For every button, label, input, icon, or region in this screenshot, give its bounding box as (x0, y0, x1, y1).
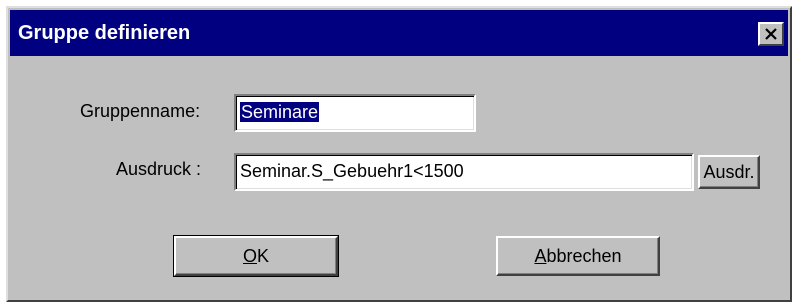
cancel-button-label: Abbrechen (534, 246, 621, 267)
close-icon (765, 28, 777, 40)
expression-button-label: Ausdr. (703, 161, 755, 182)
expression-button[interactable]: Ausdr. (698, 155, 760, 189)
group-name-label: Gruppenname: (80, 101, 201, 121)
close-button[interactable] (758, 22, 784, 46)
cancel-label-rest: bbrechen (546, 245, 622, 266)
group-name-value: Seminare (240, 102, 320, 122)
expression-label: Ausdruck : (116, 159, 202, 179)
cancel-mnemonic: A (534, 245, 547, 266)
title-bar[interactable]: Gruppe definieren (10, 10, 788, 56)
dialog-window: Gruppe definieren Gruppenname: Seminare … (6, 6, 792, 302)
expression-input[interactable]: Seminar.S_Gebuehr1<1500 (234, 153, 694, 191)
group-name-input[interactable]: Seminare (234, 94, 476, 132)
ok-button-label: OK (243, 246, 269, 267)
cancel-button[interactable]: Abbrechen (496, 236, 660, 276)
expression-value: Seminar.S_Gebuehr1<1500 (240, 161, 464, 181)
ok-mnemonic: O (242, 245, 257, 266)
dialog-title: Gruppe definieren (18, 22, 191, 44)
ok-label-rest: K (257, 245, 270, 266)
ok-button[interactable]: OK (173, 235, 339, 277)
